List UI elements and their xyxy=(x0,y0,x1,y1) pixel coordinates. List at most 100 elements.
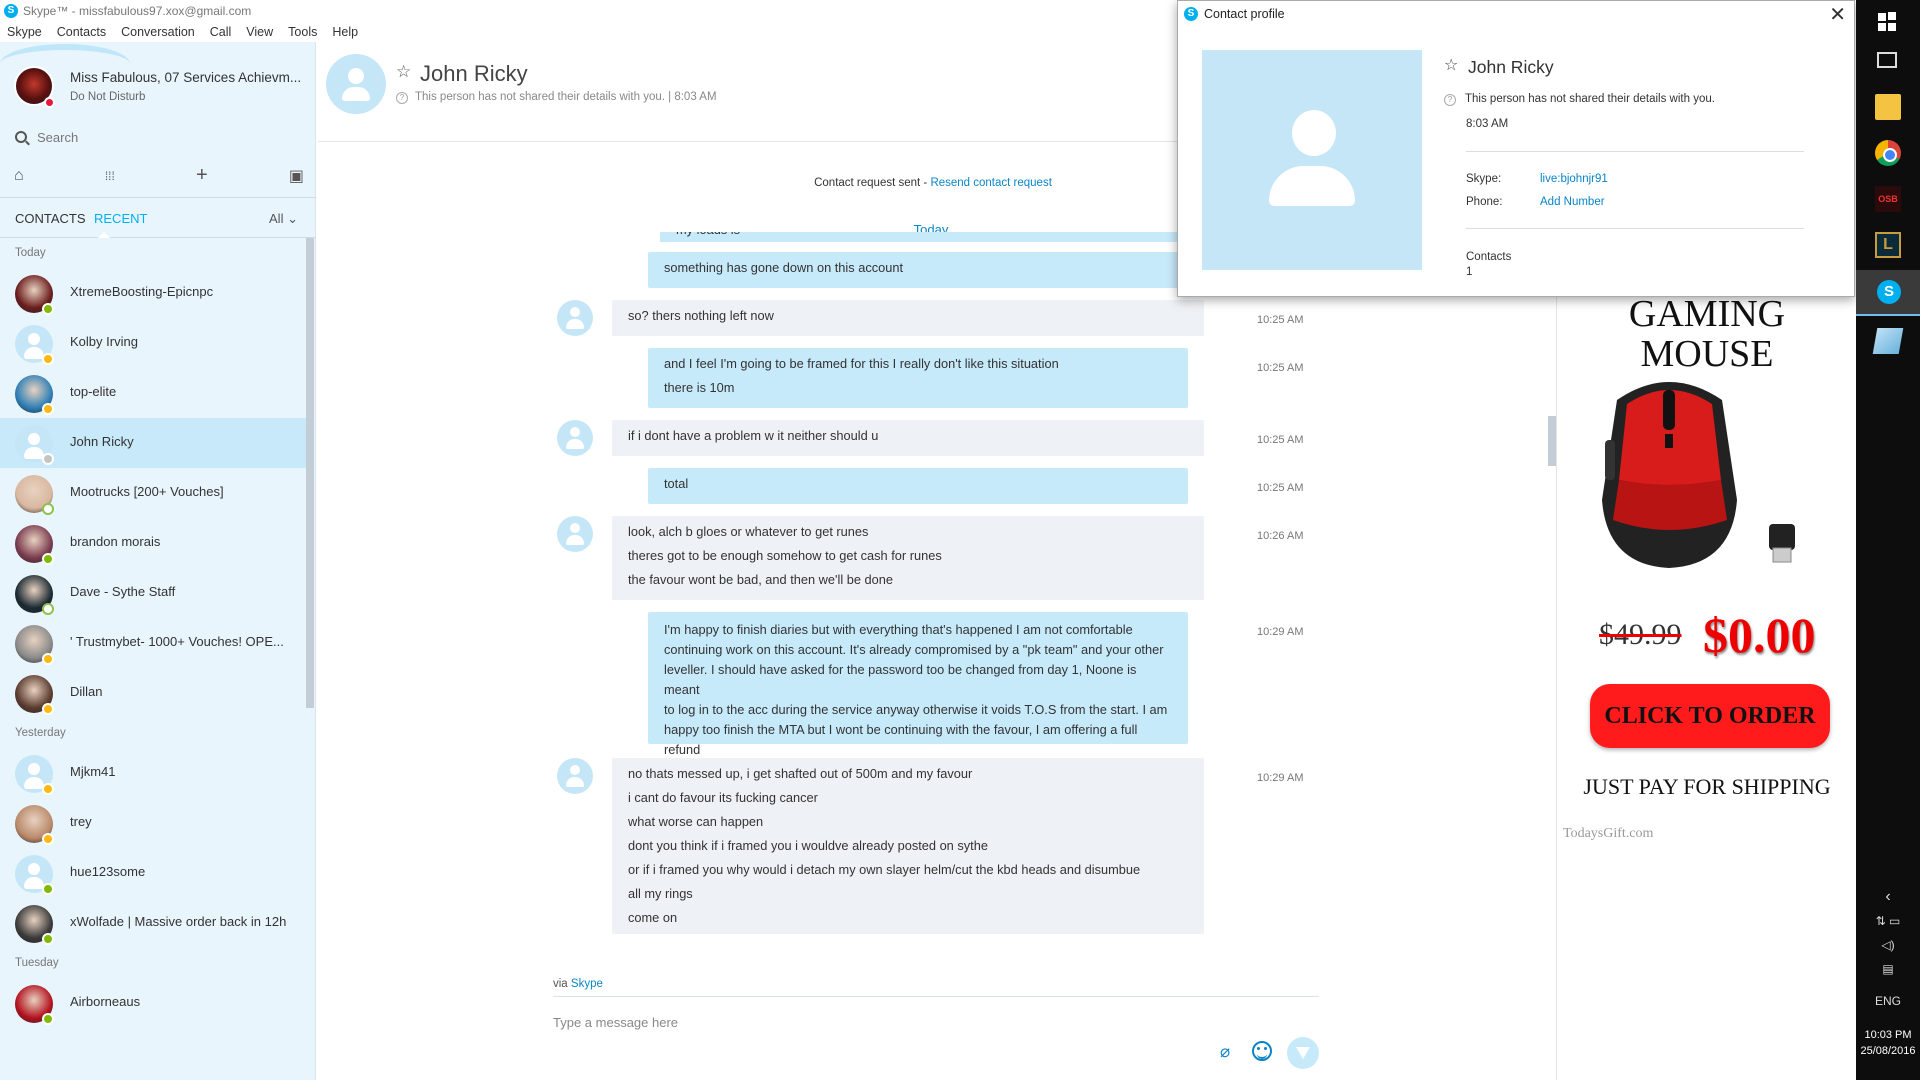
message-line: total xyxy=(664,476,689,491)
menu-contacts[interactable]: Contacts xyxy=(57,25,106,39)
contact-item[interactable]: Dillan xyxy=(0,668,306,718)
sent-message[interactable]: total xyxy=(648,468,1188,504)
ad-order-button[interactable]: CLICK TO ORDER xyxy=(1590,684,1830,748)
menu-skype[interactable]: Skype xyxy=(7,25,42,39)
sender-avatar[interactable] xyxy=(557,758,593,794)
contact-item[interactable]: XtremeBoosting-Epicnpc xyxy=(0,268,306,318)
contact-section-header: Tuesday xyxy=(15,957,59,969)
contact-item[interactable]: brandon morais xyxy=(0,518,306,568)
message-timestamp: 10:25 AM xyxy=(1257,362,1304,374)
menu-help[interactable]: Help xyxy=(332,25,358,39)
via-skype-link[interactable]: Skype xyxy=(571,978,603,990)
message-timestamp: 10:29 AM xyxy=(1257,772,1304,784)
message-line: happy too finish the MTA but I wont be c… xyxy=(664,722,1138,757)
language-indicator[interactable]: ENG xyxy=(1856,994,1920,1008)
virtualbox-icon[interactable] xyxy=(1872,328,1904,354)
add-number-link[interactable]: Add Number xyxy=(1540,196,1605,208)
sender-avatar[interactable] xyxy=(557,300,593,336)
sent-message[interactable]: and I feel I'm going to be framed for th… xyxy=(648,348,1188,408)
my-profile[interactable]: Miss Fabulous, 07 Services Achievm... Do… xyxy=(0,42,316,122)
contact-item[interactable]: top-elite xyxy=(0,368,306,418)
menu-conversation[interactable]: Conversation xyxy=(121,25,195,39)
favorite-star-icon[interactable]: ☆ xyxy=(1444,55,1458,75)
ad-banner[interactable]: GAMING MOUSE $49.99 $0.00 CLICK TO ORDER… xyxy=(1556,282,1856,1080)
resend-request-link[interactable]: Resend contact request xyxy=(930,177,1051,189)
tab-contacts[interactable]: CONTACTS xyxy=(15,211,86,226)
sidebar-toolbar: ⌂ ⁞⁞⁞ + ▣ xyxy=(0,154,316,198)
home-icon[interactable]: ⌂ xyxy=(14,167,24,185)
presence-unknown-icon xyxy=(42,453,54,465)
via-skype: via Skype xyxy=(553,978,603,990)
clock-time: 10:03 PM xyxy=(1864,1029,1912,1041)
skype-id-link[interactable]: live:bjohnjr91 xyxy=(1540,173,1608,185)
ad-site[interactable]: TodaysGift.com xyxy=(1563,826,1653,842)
contact-item[interactable]: Mootrucks [200+ Vouches] xyxy=(0,468,306,518)
sidebar-scrollbar[interactable] xyxy=(306,238,314,708)
received-message[interactable]: so? thers nothing left now xyxy=(612,300,1204,336)
volume-icon[interactable]: ◁) xyxy=(1856,938,1920,952)
network-icon[interactable]: ⇅ ▭ xyxy=(1856,914,1920,928)
send-button[interactable] xyxy=(1287,1037,1319,1069)
skype-taskbar-button[interactable]: S xyxy=(1856,270,1920,316)
chrome-icon[interactable] xyxy=(1875,140,1901,166)
contact-item[interactable]: Kolby Irving xyxy=(0,318,306,368)
compose-divider xyxy=(553,996,1319,997)
clock[interactable]: 10:03 PM 25/08/2016 xyxy=(1856,1027,1920,1059)
chevron-left-icon[interactable]: ‹ xyxy=(1856,888,1920,906)
chat-scrollbar[interactable] xyxy=(1548,416,1556,466)
menu-tools[interactable]: Tools xyxy=(288,25,317,39)
league-of-legends-icon[interactable]: L xyxy=(1875,232,1901,258)
close-icon[interactable]: ✕ xyxy=(1829,2,1846,27)
favorite-star-icon[interactable]: ☆ xyxy=(396,62,411,82)
sent-message[interactable]: something has gone down on this account xyxy=(648,252,1188,288)
skype-logo-icon: S xyxy=(4,4,18,18)
attach-icon[interactable]: ⌀ xyxy=(1220,1042,1230,1062)
presence-online-icon xyxy=(42,883,54,895)
contact-item[interactable]: Mjkm41 xyxy=(0,748,306,798)
profile-picture xyxy=(1202,50,1422,270)
contact-item[interactable]: Dave - Sythe Staff xyxy=(0,568,306,618)
file-explorer-icon[interactable] xyxy=(1875,94,1901,120)
my-status[interactable]: Do Not Disturb xyxy=(70,91,145,103)
contact-name: brandon morais xyxy=(70,534,161,549)
menu-call[interactable]: Call xyxy=(210,25,232,39)
contact-item[interactable]: John Ricky xyxy=(0,418,306,468)
ad-headline-line-2: MOUSE xyxy=(1640,333,1774,375)
received-message[interactable]: look, alch b gloes or whatever to get ru… xyxy=(612,516,1204,600)
contact-card-icon[interactable]: ▣ xyxy=(289,166,304,186)
received-message[interactable]: if i dont have a problem w it neither sh… xyxy=(612,420,1204,456)
contact-item[interactable]: xWolfade | Massive order back in 12h xyxy=(0,898,306,948)
contact-item[interactable]: Airborneaus xyxy=(0,978,306,1028)
add-icon[interactable]: + xyxy=(196,164,208,187)
emoticon-icon[interactable] xyxy=(1252,1041,1272,1061)
message-line: so? thers nothing left now xyxy=(628,308,774,323)
presence-away-icon xyxy=(42,703,54,715)
received-message[interactable]: no thats messed up, i get shafted out of… xyxy=(612,758,1204,934)
ad-headline: GAMING MOUSE xyxy=(1557,294,1857,374)
chat-avatar[interactable] xyxy=(326,54,386,114)
search-box[interactable]: Search xyxy=(0,122,316,152)
tab-recent[interactable]: RECENT xyxy=(94,211,147,226)
chat-contact-name[interactable]: John Ricky xyxy=(420,61,528,87)
contact-item[interactable]: ' Trustmybet- 1000+ Vouches! OPE... xyxy=(0,618,306,668)
contact-item[interactable]: trey xyxy=(0,798,306,848)
menu-view[interactable]: View xyxy=(246,25,273,39)
contact-name: Airborneaus xyxy=(70,994,141,1009)
start-icon[interactable] xyxy=(1875,9,1901,35)
contact-item[interactable]: hue123some xyxy=(0,848,306,898)
dialpad-icon[interactable]: ⁞⁞⁞ xyxy=(105,169,115,183)
osbuddy-icon[interactable]: OSB xyxy=(1875,186,1901,212)
my-name[interactable]: Miss Fabulous, 07 Services Achievm... xyxy=(70,70,301,85)
sender-avatar[interactable] xyxy=(557,516,593,552)
presence-offline-icon xyxy=(42,503,54,515)
message-timestamp: 10:26 AM xyxy=(1257,530,1304,542)
divider xyxy=(1466,151,1804,152)
profile-time: 8:03 AM xyxy=(1466,118,1509,130)
task-view-icon[interactable] xyxy=(1877,52,1897,68)
request-text: Contact request sent - xyxy=(814,177,931,189)
sender-avatar[interactable] xyxy=(557,420,593,456)
message-input[interactable]: Type a message here xyxy=(553,1015,1153,1030)
notification-icon[interactable]: ▤ xyxy=(1856,962,1920,976)
filter-dropdown[interactable]: All ⌄ xyxy=(269,211,298,227)
sent-message[interactable]: I'm happy to finish diaries but with eve… xyxy=(648,612,1188,777)
